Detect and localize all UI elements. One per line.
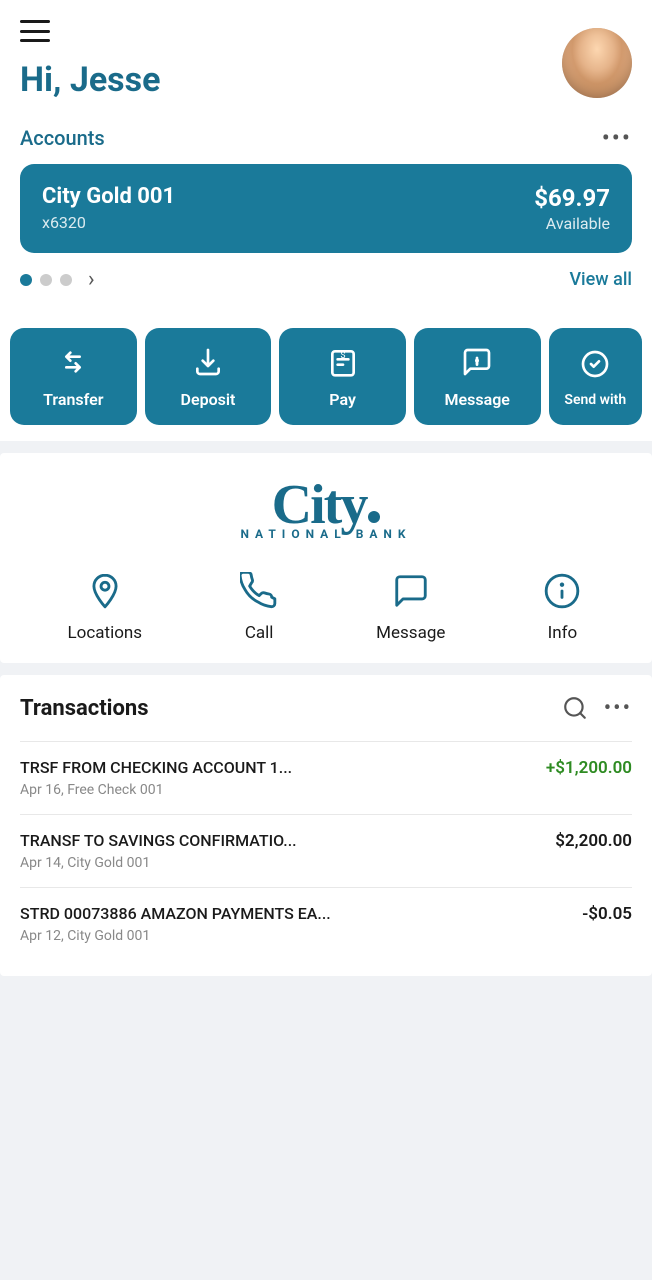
- locations-label: Locations: [68, 623, 143, 643]
- phone-icon: [237, 569, 281, 613]
- accounts-more-button[interactable]: •••: [602, 124, 632, 152]
- bank-section: City NATIONAL BANK Locations: [0, 453, 652, 663]
- pagination-next[interactable]: ›: [88, 267, 95, 292]
- actions-row: Transfer Deposit $ Pay: [0, 312, 652, 441]
- dot-2[interactable]: [40, 274, 52, 286]
- message-label: Message: [445, 390, 510, 409]
- info-label: Info: [548, 623, 578, 643]
- account-balance: $69.97 Available: [534, 184, 610, 233]
- account-number: x6320: [42, 213, 175, 232]
- accounts-label: Accounts: [20, 126, 105, 150]
- pagination-dots: [20, 274, 72, 286]
- balance-label: Available: [534, 214, 610, 233]
- transaction-meta: Apr 14, City Gold 001: [20, 855, 632, 871]
- info-circle-icon: [540, 569, 584, 613]
- transaction-meta: Apr 16, Free Check 001: [20, 782, 632, 798]
- location-pin-icon: [83, 569, 127, 613]
- bank-logo-subtitle: NATIONAL BANK: [240, 527, 411, 541]
- balance-amount: $69.97: [534, 184, 610, 212]
- pagination: › View all: [20, 253, 632, 296]
- transfer-icon: [55, 344, 91, 380]
- transaction-amount: $2,200.00: [555, 831, 632, 851]
- transactions-header: Transactions •••: [20, 695, 632, 721]
- bank-actions: Locations Call Message: [20, 569, 632, 643]
- send-with-label: Send with: [564, 392, 626, 408]
- deposit-icon: [190, 344, 226, 380]
- send-with-button[interactable]: Send with: [549, 328, 642, 425]
- account-name: City Gold 001: [42, 184, 175, 209]
- bank-logo-city: City: [272, 477, 367, 533]
- bank-logo: City NATIONAL BANK: [20, 477, 632, 541]
- dot-1[interactable]: [20, 274, 32, 286]
- table-row[interactable]: TRANSF TO SAVINGS CONFIRMATIO... $2,200.…: [20, 814, 632, 887]
- svg-text:$: $: [340, 350, 345, 361]
- transaction-name: TRSF FROM CHECKING ACCOUNT 1...: [20, 758, 292, 777]
- bank-message-button[interactable]: Message: [376, 569, 445, 643]
- transactions-icons: •••: [562, 695, 632, 721]
- info-button[interactable]: Info: [540, 569, 584, 643]
- message-icon: [459, 344, 495, 380]
- deposit-button[interactable]: Deposit: [145, 328, 272, 425]
- bank-logo-dot: [368, 511, 380, 523]
- transfer-button[interactable]: Transfer: [10, 328, 137, 425]
- search-transactions-button[interactable]: [562, 695, 588, 721]
- table-row[interactable]: TRSF FROM CHECKING ACCOUNT 1... +$1,200.…: [20, 741, 632, 814]
- chat-plus-icon: [389, 569, 433, 613]
- pay-icon: $: [325, 344, 361, 380]
- transactions-title: Transactions: [20, 696, 149, 721]
- account-card[interactable]: City Gold 001 x6320 $69.97 Available: [20, 164, 632, 253]
- table-row[interactable]: STRD 00073886 AMAZON PAYMENTS EA... -$0.…: [20, 887, 632, 960]
- transaction-name: TRANSF TO SAVINGS CONFIRMATIO...: [20, 831, 297, 850]
- transactions-section: Transactions ••• TRSF FROM CHECKING ACCO…: [0, 675, 652, 976]
- view-all-button[interactable]: View all: [569, 269, 632, 290]
- pay-button[interactable]: $ Pay: [279, 328, 406, 425]
- transaction-name: STRD 00073886 AMAZON PAYMENTS EA...: [20, 904, 331, 923]
- header: Hi, Jesse: [0, 0, 652, 116]
- menu-button[interactable]: [20, 20, 50, 42]
- deposit-label: Deposit: [181, 390, 236, 409]
- transfer-label: Transfer: [43, 390, 103, 409]
- call-label: Call: [245, 623, 274, 643]
- accounts-header: Accounts •••: [20, 116, 632, 164]
- transaction-amount: -$0.05: [582, 904, 632, 924]
- account-info: City Gold 001 x6320: [42, 184, 175, 232]
- send-with-icon: [577, 346, 613, 382]
- locations-button[interactable]: Locations: [68, 569, 143, 643]
- pay-label: Pay: [329, 390, 356, 409]
- call-button[interactable]: Call: [237, 569, 281, 643]
- dot-3[interactable]: [60, 274, 72, 286]
- transaction-meta: Apr 12, City Gold 001: [20, 928, 632, 944]
- transactions-list: TRSF FROM CHECKING ACCOUNT 1... +$1,200.…: [20, 741, 632, 976]
- avatar[interactable]: [562, 28, 632, 98]
- header-left: Hi, Jesse: [20, 20, 160, 100]
- accounts-section: Accounts ••• City Gold 001 x6320 $69.97 …: [0, 116, 652, 312]
- transactions-more-button[interactable]: •••: [604, 696, 632, 721]
- message-button[interactable]: Message: [414, 328, 541, 425]
- transaction-amount: +$1,200.00: [546, 758, 632, 778]
- greeting-text: Hi, Jesse: [20, 60, 160, 100]
- bank-message-label: Message: [376, 623, 445, 643]
